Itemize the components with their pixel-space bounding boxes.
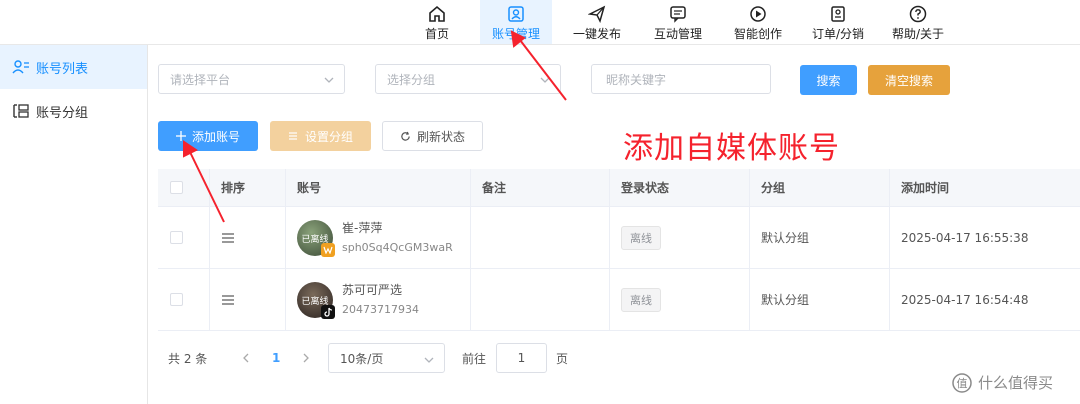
sidebar-item-label: 账号分组 [36,105,89,121]
next-page-icon[interactable] [302,343,310,373]
search-button[interactable]: 搜索 [800,65,857,95]
header-sort: 排序 [221,181,246,195]
group-cell: 默认分组 [761,231,810,245]
send-icon [587,4,607,24]
sidebar: 账号列表 账号分组 [0,45,148,404]
account-id: sph0Sq4QcGM3waR [342,240,453,254]
sidebar-item-label: 账号列表 [36,61,89,77]
drag-handle-icon[interactable] [209,207,285,268]
account-name: 苏可可严选 [342,282,403,297]
column-divider [209,169,210,331]
drag-handle-icon[interactable] [209,269,285,330]
sidebar-item-account-group[interactable]: 账号分组 [0,89,147,133]
account-cell: 已离线 崔-萍萍 sph0Sq4QcGM3waR [285,207,470,268]
row-checkbox[interactable] [170,231,183,244]
nav-interaction[interactable]: 互动管理 [650,0,706,44]
wechat-channels-icon [321,242,335,257]
group-icon [12,103,30,119]
set-group-button[interactable]: 设置分组 [270,121,371,151]
douyin-icon [321,304,335,319]
platform-select[interactable]: 请选择平台 [158,64,345,94]
note-cell [470,207,609,268]
page-unit-label: 页 [556,351,569,366]
group-select[interactable]: 选择分组 [375,64,561,94]
header-checkbox-cell [158,169,209,206]
status-badge: 离线 [621,287,661,312]
header-account: 账号 [297,181,322,195]
ai-play-icon [748,4,768,24]
total-count: 共 2 条 [168,351,208,366]
refresh-icon [400,131,411,142]
avatar: 已离线 [297,219,335,257]
home-icon [427,4,447,24]
main-content: 请选择平台 选择分组 昵称关键字 搜索 清空搜索 添加账号 设置分组 刷新状态 [149,45,1080,404]
keyword-input[interactable]: 昵称关键字 [591,64,771,94]
chevron-down-icon [424,354,434,368]
clear-search-button[interactable]: 清空搜索 [868,65,950,95]
goto-label: 前往 [462,351,487,366]
nav-account-management[interactable]: 账号管理 [480,0,552,44]
status-cell: 离线 [609,269,749,330]
column-divider [749,169,750,331]
group-cell: 默认分组 [761,293,810,307]
plus-icon [175,131,186,141]
column-divider [285,169,286,331]
chevron-down-icon [540,74,550,88]
annotation-text: 添加自媒体账号 [623,131,840,166]
nav-home[interactable]: 首页 [421,0,453,44]
add-account-button[interactable]: 添加账号 [158,121,258,151]
chevron-down-icon [324,74,334,88]
order-icon [828,4,848,24]
nav-smart-creation[interactable]: 智能创作 [730,0,786,44]
nav-orders[interactable]: 订单/分销 [808,0,868,44]
header-group: 分组 [761,181,786,195]
watermark-logo-icon: 值 [952,372,972,393]
header-note: 备注 [482,181,507,195]
nav-help[interactable]: 帮助/关于 [888,0,948,44]
account-icon [506,4,526,24]
account-name: 崔-萍萍 [342,220,383,235]
time-cell: 2025-04-17 16:54:48 [901,292,1029,307]
table-header: 排序 账号 备注 登录状态 分组 添加时间 [158,169,1080,207]
chat-icon [668,4,688,24]
page-size-select[interactable]: 10条/页 [328,343,445,373]
prev-page-icon[interactable] [242,343,250,373]
user-list-icon [12,59,30,75]
top-nav: 首页 账号管理 一键发布 互动管理 智能创作 订单/分销 帮助/关于 [0,0,1080,44]
nav-one-click-publish[interactable]: 一键发布 [567,0,627,44]
avatar: 已离线 [297,281,335,319]
svg-text:值: 值 [957,377,968,390]
account-id: 20473717934 [342,302,419,316]
refresh-status-button[interactable]: 刷新状态 [382,121,483,151]
account-cell: 已离线 苏可可严选 20473717934 [285,269,470,330]
time-cell: 2025-04-17 16:55:38 [901,230,1029,245]
header-added-time: 添加时间 [901,181,950,195]
column-divider [609,169,610,331]
status-badge: 离线 [621,225,661,250]
table-row: 已离线 崔-萍萍 sph0Sq4QcGM3waR 离线 默认分组 2025-04… [158,207,1080,269]
sidebar-item-account-list[interactable]: 账号列表 [0,45,147,89]
goto-page-input[interactable]: 1 [496,343,547,373]
table-row: 已离线 苏可可严选 20473717934 离线 默认分组 2025-04-17… [158,269,1080,331]
sort-icon [288,131,298,141]
help-icon [908,4,928,24]
column-divider [470,169,471,331]
note-cell [470,269,609,330]
select-all-checkbox[interactable] [170,181,183,194]
status-cell: 离线 [609,207,749,268]
watermark: 值 什么值得买 [952,372,1053,393]
column-divider [889,169,890,331]
row-checkbox[interactable] [170,293,183,306]
pagination: 共 2 条 1 10条/页 前往 1 页 [158,343,758,373]
page-number-current[interactable]: 1 [272,343,280,373]
header-login-status: 登录状态 [621,181,670,195]
